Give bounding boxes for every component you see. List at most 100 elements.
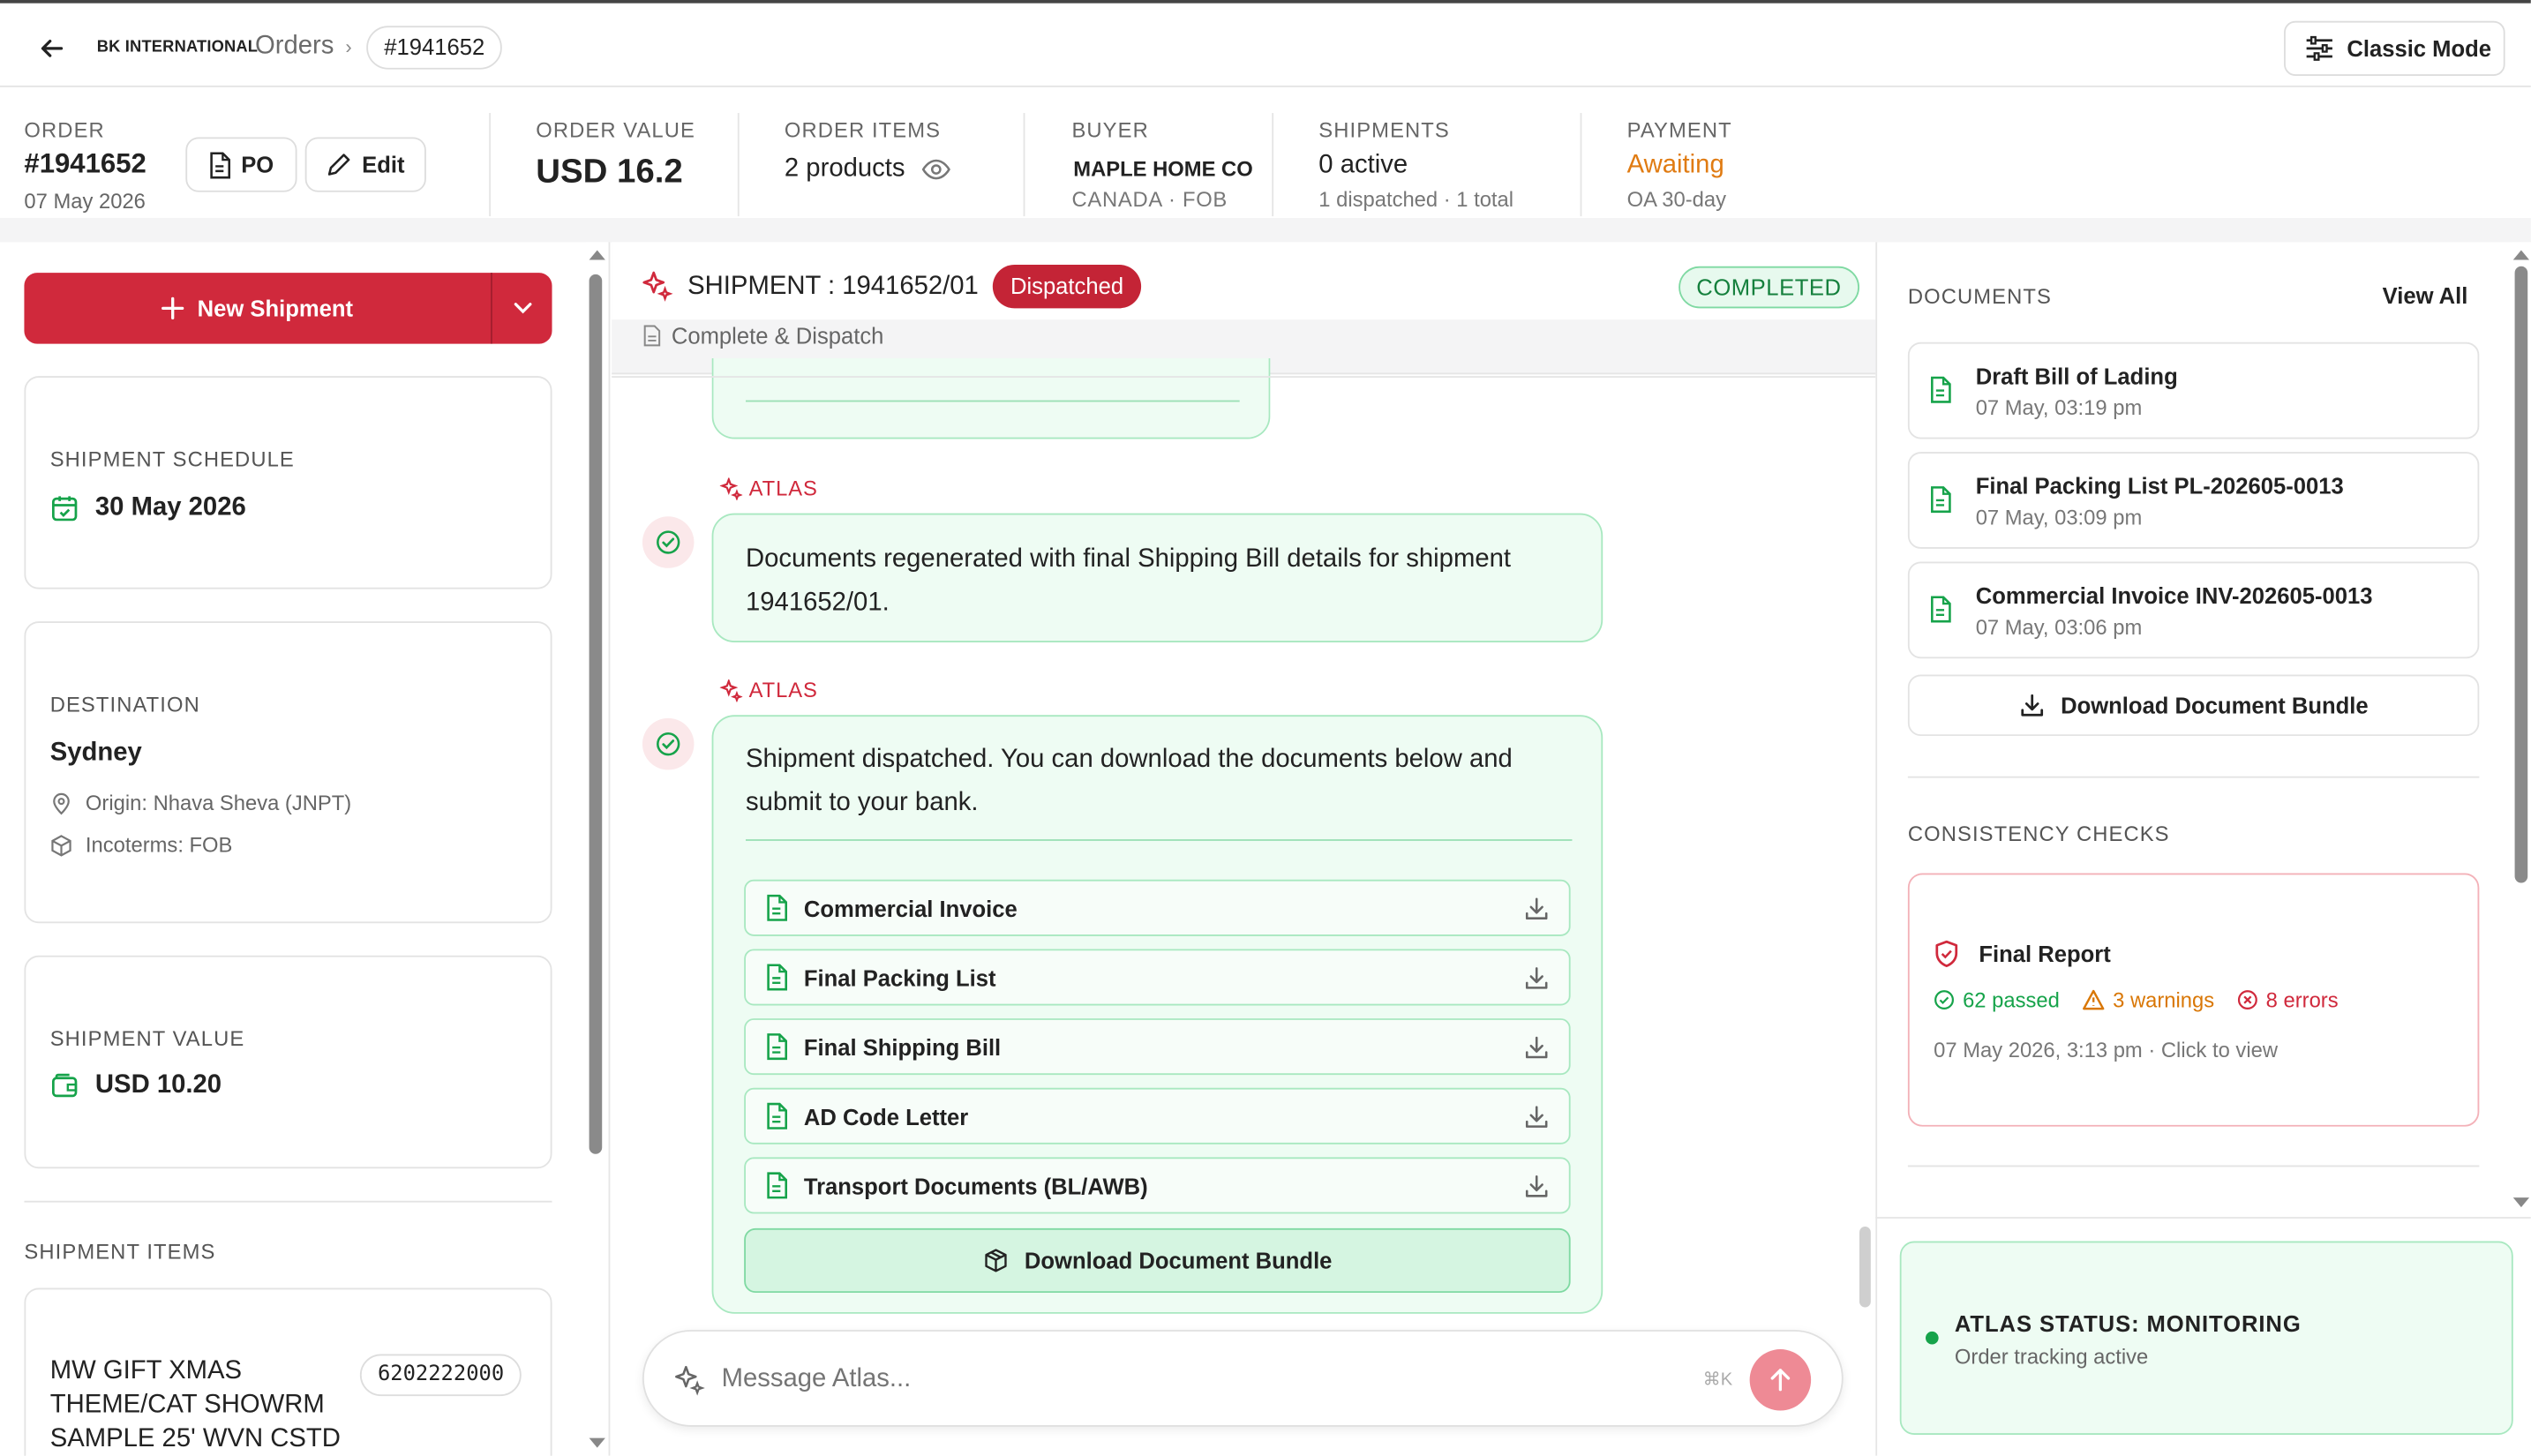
right-scrollbar[interactable] (2511, 242, 2531, 1211)
document-download-row[interactable]: Transport Documents (BL/AWB) (744, 1157, 1571, 1214)
message-bubble: Documents regenerated with final Shippin… (711, 513, 1603, 642)
classic-mode-button[interactable]: Classic Mode (2284, 20, 2505, 76)
message-text: Shipment dispatched. You can download th… (745, 745, 1513, 817)
divider (737, 113, 740, 217)
order-items-label: ORDER ITEMS (784, 117, 942, 142)
view-all-link[interactable]: View All (2383, 282, 2468, 308)
payment-label: PAYMENT (1626, 117, 1732, 142)
divider (489, 113, 492, 217)
top-bar: BK INTERNATIONAL Orders › #1941652 Class… (0, 0, 2531, 87)
po-button[interactable]: PO (185, 137, 297, 192)
schedule-date: 30 May 2026 (94, 493, 246, 522)
completed-badge: COMPLETED (1679, 266, 1859, 309)
download-bundle-button[interactable]: Download Document Bundle (1907, 674, 2480, 737)
sparkle-icon (673, 1364, 706, 1397)
edit-button[interactable]: Edit (304, 137, 426, 192)
origin-row: Origin: Nhava Sheva (JNPT) (50, 791, 352, 815)
document-icon (209, 151, 232, 178)
destination-title: DESTINATION (49, 692, 200, 717)
check-summary-row: 62 passed 3 warnings 8 errors (1934, 987, 2339, 1012)
send-button[interactable] (1749, 1349, 1812, 1411)
scroll-down-arrow-icon[interactable] (589, 1437, 605, 1448)
download-icon[interactable] (1524, 895, 1550, 920)
map-pin-icon (50, 792, 73, 814)
buyer-name[interactable]: MAPLE HOME CO (1073, 156, 1252, 180)
download-icon[interactable] (1524, 964, 1550, 990)
download-icon[interactable] (1524, 1033, 1550, 1059)
order-label: ORDER (24, 117, 105, 142)
document-download-row[interactable]: AD Code Letter (744, 1087, 1571, 1145)
package-icon (982, 1248, 1008, 1273)
document-download-row[interactable]: Final Packing List (744, 949, 1571, 1006)
plus-icon (161, 296, 184, 320)
breadcrumb-order-pill[interactable]: #1941652 (366, 26, 503, 70)
wallet-icon (50, 1071, 79, 1100)
divider (1272, 113, 1274, 217)
scroll-down-arrow-icon[interactable] (2512, 1197, 2530, 1208)
bubble-divider (745, 839, 1573, 841)
errors-text: 8 errors (2265, 987, 2339, 1012)
new-shipment-button[interactable]: New Shipment (24, 273, 491, 343)
atlas-label-text: ATLAS (748, 678, 818, 702)
document-name: Transport Documents (BL/AWB) (803, 1172, 1148, 1199)
message-text: Documents regenerated with final Shippin… (745, 545, 1512, 617)
scroll-up-arrow-icon[interactable] (2512, 250, 2530, 260)
document-name: Final Packing List (803, 964, 996, 991)
check-circle-icon (642, 516, 695, 568)
new-shipment-dropdown[interactable] (492, 273, 552, 343)
new-shipment-split-button: New Shipment (24, 273, 552, 344)
document-name: Commercial Invoice (803, 895, 1018, 921)
download-icon[interactable] (1524, 1173, 1550, 1198)
document-card[interactable]: Draft Bill of Lading 07 May, 03:19 pm (1907, 341, 2480, 439)
brand-name: BK INTERNATIONAL (96, 38, 259, 57)
payment-status: Awaiting (1626, 151, 1724, 180)
scroll-up-arrow-icon[interactable] (589, 250, 605, 260)
status-divider (1875, 1217, 2531, 1219)
document-name: Draft Bill of Lading (1975, 363, 2178, 389)
classic-mode-label: Classic Mode (2347, 35, 2492, 62)
document-time: 07 May, 03:06 pm (1975, 614, 2143, 640)
final-report-card[interactable]: Final Report 62 passed 3 warnings 8 erro… (1907, 873, 2480, 1127)
divider (1580, 113, 1582, 217)
left-scrollbar[interactable] (585, 242, 609, 1456)
document-icon (765, 1172, 788, 1199)
shipments-label: SHIPMENTS (1318, 117, 1450, 142)
edit-label: Edit (362, 151, 405, 178)
status-dot-icon (1925, 1331, 1939, 1345)
message-bubble: Shipment dispatched. You can download th… (711, 715, 1603, 1314)
warnings-count: 3 warnings (2082, 987, 2215, 1012)
order-items-value: 2 products (785, 155, 950, 184)
document-name: Final Shipping Bill (803, 1033, 1002, 1060)
shipment-schedule-card: SHIPMENT SCHEDULE 30 May 2026 (24, 376, 552, 589)
document-download-row[interactable]: Final Shipping Bill (744, 1018, 1571, 1076)
shipment-item-card[interactable]: MW GIFT XMAS THEME/CAT SHOWRM SAMPLE 25'… (24, 1287, 552, 1456)
atlas-label: ATLAS (719, 678, 818, 702)
warnings-text: 3 warnings (2113, 987, 2215, 1012)
eye-icon[interactable] (921, 158, 950, 181)
sparkle-icon (719, 477, 743, 500)
stage-label: Complete & Dispatch (671, 322, 884, 349)
shipment-value-card: SHIPMENT VALUE USD 10.20 (24, 955, 552, 1169)
dispatched-badge: Dispatched (992, 264, 1142, 309)
download-bundle-label: Download Document Bundle (2061, 692, 2369, 718)
download-bundle-label: Download Document Bundle (1024, 1247, 1333, 1274)
chat-scroll-thumb[interactable] (1859, 1227, 1871, 1308)
scroll-thumb[interactable] (2514, 266, 2528, 883)
document-icon (765, 964, 788, 991)
section-divider (1907, 1165, 2480, 1167)
scroll-thumb[interactable] (589, 274, 603, 1154)
document-download-row[interactable]: Commercial Invoice (744, 879, 1571, 936)
value-amount: USD 10.20 (94, 1071, 222, 1100)
download-bundle-button[interactable]: Download Document Bundle (744, 1227, 1571, 1294)
sparkle-icon (719, 679, 743, 702)
document-card[interactable]: Final Packing List PL-202605-0013 07 May… (1907, 452, 2480, 549)
breadcrumb-orders[interactable]: Orders (255, 33, 334, 62)
message-input[interactable] (721, 1357, 1674, 1403)
document-card[interactable]: Commercial Invoice INV-202605-0013 07 Ma… (1907, 561, 2480, 659)
back-arrow-icon[interactable] (33, 29, 71, 68)
download-icon[interactable] (1524, 1103, 1550, 1129)
origin-text: Origin: Nhava Sheva (JNPT) (85, 791, 352, 815)
header-bottom-line (612, 376, 1876, 378)
document-name: AD Code Letter (803, 1103, 969, 1130)
order-date: 07 May 2026 (24, 188, 146, 214)
